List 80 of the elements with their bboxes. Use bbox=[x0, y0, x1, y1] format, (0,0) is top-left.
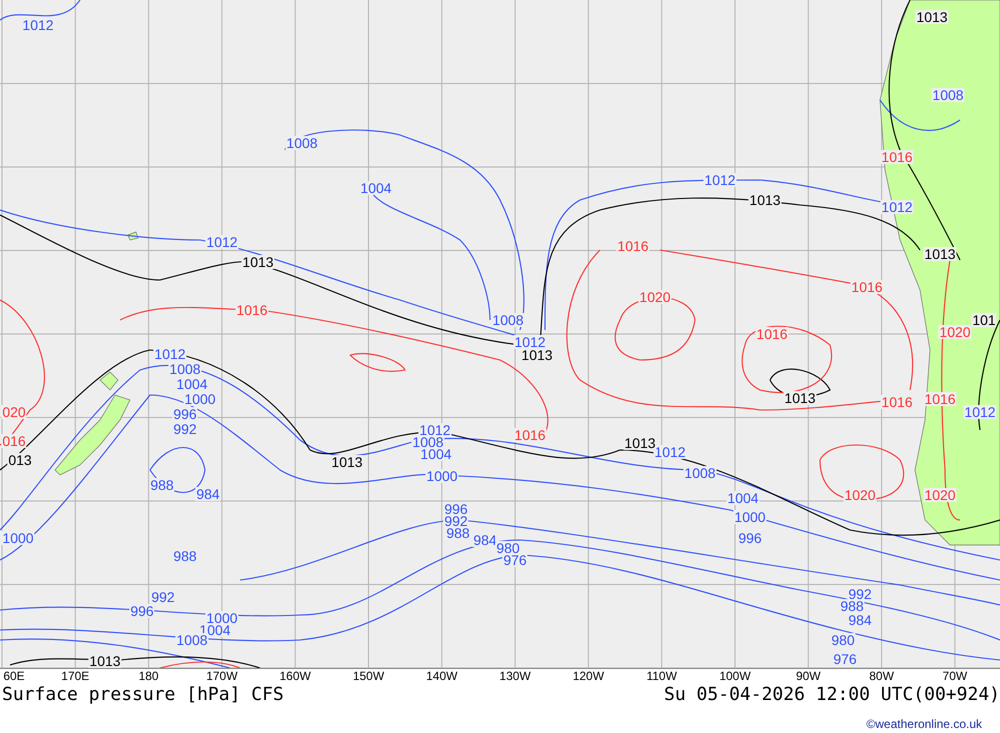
isobar-label: 984 bbox=[195, 487, 221, 501]
isobar-label: 980 bbox=[830, 633, 856, 647]
isobar-label: 1008 bbox=[175, 633, 209, 647]
isobar-label: 1016 bbox=[616, 239, 650, 253]
isobar-label: 988 bbox=[839, 599, 865, 613]
isobar-label: 996 bbox=[737, 531, 763, 545]
isobar-label: 1012 bbox=[963, 405, 997, 419]
isobar-label: 1016 bbox=[880, 395, 914, 409]
isobar-label: 976 bbox=[502, 553, 528, 567]
isobar-label: 984 bbox=[847, 613, 873, 627]
isobar-label: 1020 bbox=[923, 488, 957, 502]
isobar-label: 1012 bbox=[703, 173, 737, 187]
isobar-label: 1016 bbox=[923, 392, 957, 406]
isobar-label: 1016 bbox=[755, 327, 789, 341]
isobar-label: 1008 bbox=[683, 466, 717, 480]
isobar-label: 1016 bbox=[235, 303, 269, 317]
isobar-label: 1000 bbox=[425, 469, 459, 483]
isobar-label: 016 bbox=[1, 434, 27, 448]
isobar-label: 980 bbox=[495, 541, 521, 555]
isobar-label: 1013 bbox=[923, 247, 957, 261]
longitude-label: 140W bbox=[426, 669, 458, 683]
isobar-label: 1016 bbox=[513, 428, 547, 442]
isobar-label: 1004 bbox=[726, 491, 760, 505]
isobar-label: 1000 bbox=[1, 531, 35, 545]
longitude-label: 150W bbox=[352, 669, 384, 683]
isobar-label: 996 bbox=[172, 407, 198, 421]
longitude-label: 180 bbox=[138, 669, 159, 683]
longitude-label: 170W bbox=[206, 669, 238, 683]
isobar-label: 988 bbox=[149, 478, 175, 492]
isobar-label: 992 bbox=[172, 422, 198, 436]
isobar-label: 988 bbox=[445, 526, 471, 540]
isobar-label: 1000 bbox=[733, 510, 767, 524]
valid-time: Su 05-04-2026 12:00 UTC(00+924) bbox=[664, 685, 1000, 705]
isobar-label: 101 bbox=[971, 313, 997, 327]
isobar-label: 1016 bbox=[880, 150, 914, 164]
isobar-label: 1008 bbox=[168, 362, 202, 376]
isobar-label: 020 bbox=[1, 405, 27, 419]
longitude-label: 120W bbox=[572, 669, 604, 683]
isobar-label: 1008 bbox=[931, 88, 965, 102]
chart-title: Surface pressure [hPa] CFS bbox=[2, 685, 284, 705]
isobar-label: 992 bbox=[150, 590, 176, 604]
longitude-label: 130W bbox=[499, 669, 531, 683]
isobar-label: 1008 bbox=[491, 313, 525, 327]
isobar-label: 996 bbox=[129, 604, 155, 618]
isobar-label: 1016 bbox=[850, 280, 884, 294]
isobar-label: 1004 bbox=[359, 181, 393, 195]
longitude-label: 70W bbox=[942, 669, 968, 683]
isobar-label: 988 bbox=[172, 549, 198, 563]
isobar-label: 013 bbox=[7, 453, 33, 467]
isobar-label: 1012 bbox=[21, 18, 55, 32]
isobar-label: 1012 bbox=[205, 235, 239, 249]
credit-text: ©weatheronline.co.uk bbox=[866, 717, 982, 731]
isobar-label: 1000 bbox=[183, 392, 217, 406]
isobar-label: 1012 bbox=[153, 347, 187, 361]
longitude-label: 90W bbox=[796, 669, 821, 683]
longitude-label: 170E bbox=[61, 669, 90, 683]
isobar-label: 1013 bbox=[915, 10, 949, 24]
isobar-label: 1020 bbox=[938, 325, 972, 339]
isobar-label: 976 bbox=[832, 652, 858, 666]
isobar-label: 1004 bbox=[419, 447, 453, 461]
isobar-label: 1020 bbox=[843, 488, 877, 502]
isobar-label: 1013 bbox=[623, 436, 657, 450]
isobar-label: 1013 bbox=[748, 193, 782, 207]
isobar-label: 1013 bbox=[241, 255, 275, 269]
longitude-label: 60E bbox=[3, 669, 25, 683]
isobar-label: 984 bbox=[472, 533, 498, 547]
isobar-label: 1008 bbox=[285, 136, 319, 150]
isobar-label: 1013 bbox=[88, 654, 122, 668]
isobar-label: 1004 bbox=[175, 377, 209, 391]
isobar-label: 1013 bbox=[330, 455, 364, 469]
longitude-label: 100W bbox=[719, 669, 751, 683]
isobar-label: 992 bbox=[847, 587, 873, 601]
isobar-label: 1012 bbox=[880, 200, 914, 214]
isobar-label: 1020 bbox=[638, 290, 672, 304]
isobar-label: 1013 bbox=[520, 348, 554, 362]
isobar-label: 1013 bbox=[783, 391, 817, 405]
longitude-label: 110W bbox=[646, 669, 677, 683]
isobar-label: 1012 bbox=[513, 335, 547, 349]
longitude-label: 160W bbox=[280, 669, 311, 683]
longitude-label: 80W bbox=[869, 669, 894, 683]
